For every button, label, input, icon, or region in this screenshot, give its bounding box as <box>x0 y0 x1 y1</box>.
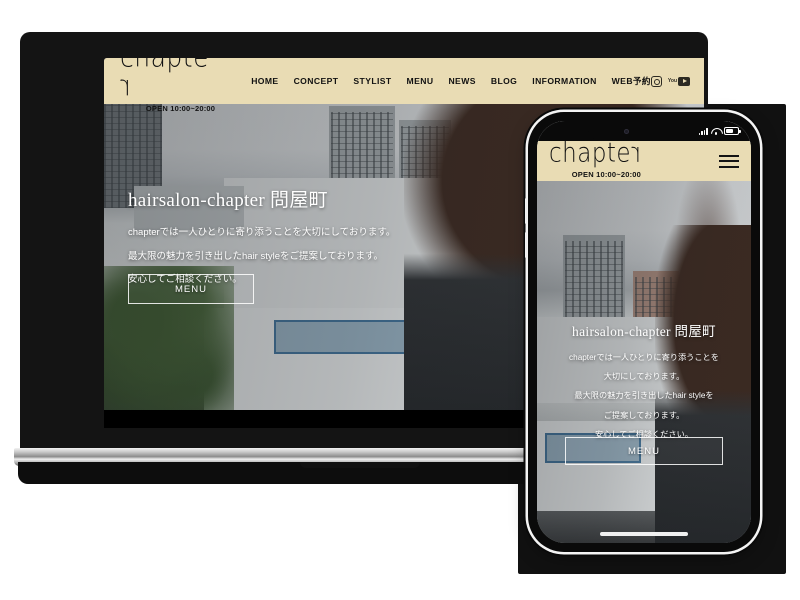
brand-logo: chapter <box>120 58 208 103</box>
hero-menu-button[interactable]: MENU <box>128 274 254 304</box>
phone-device: chapter OPEN 10:00~20:00 hairsalon-chapt… <box>524 112 760 552</box>
front-camera-icon <box>624 129 629 134</box>
brand-block[interactable]: chapter OPEN 10:00~20:00 <box>120 58 215 112</box>
hamburger-bar <box>719 160 739 162</box>
nav-item-stylist[interactable]: STYLIST <box>353 76 391 86</box>
hero-description: chapterでは一人ひとりに寄り添うことを 大切にしております。 最大限の魅力… <box>537 343 751 439</box>
phone-screen: chapter OPEN 10:00~20:00 hairsalon-chapt… <box>537 121 751 543</box>
youtube-icon[interactable]: You <box>667 76 690 86</box>
hero-line-1: chapterでは一人ひとりに寄り添うことを <box>569 353 719 362</box>
hero-line-1: chapterでは一人ひとりに寄り添うことを大切にしております。 <box>128 227 396 238</box>
nav-item-news[interactable]: NEWS <box>448 76 475 86</box>
hero-menu-button[interactable]: MENU <box>565 437 723 465</box>
hero-title-block: hairsalon-chapter 問屋町 <box>128 185 328 212</box>
hamburger-icon[interactable] <box>719 154 739 168</box>
phone-notch <box>588 121 700 141</box>
hero-line-3: 最大限の魅力を引き出したhair styleを <box>574 391 714 401</box>
hero-line-2: 大切にしております。 <box>603 372 685 382</box>
hero-title-block: hairsalon-chapter 問屋町 <box>537 320 751 340</box>
site-header: chapter OPEN 10:00~20:00 HOME CONCEPT ST… <box>104 58 704 112</box>
nav-item-home[interactable]: HOME <box>251 76 278 86</box>
mockup-canvas: chapter OPEN 10:00~20:00 HOME CONCEPT ST… <box>0 0 800 600</box>
main-navigation: HOME CONCEPT STYLIST MENU NEWS BLOG INFO… <box>251 75 651 87</box>
mobile-site-header: chapter OPEN 10:00~20:00 <box>537 138 751 181</box>
phone-volume-down-button[interactable] <box>524 232 527 258</box>
brand-block[interactable]: chapter OPEN 10:00~20:00 <box>549 138 642 179</box>
hamburger-bar <box>719 154 739 157</box>
hero-title: hairsalon-chapter 問屋町 <box>128 190 328 211</box>
hero-line-2: 最大限の魅力を引き出したhair styleをご提案しております。 <box>128 250 383 262</box>
wifi-icon <box>711 127 721 135</box>
nav-item-information[interactable]: INFORMATION <box>532 76 596 86</box>
brand-hours: OPEN 10:00~20:00 <box>571 169 642 179</box>
hero-line-4: ご提案しております。 <box>603 410 685 420</box>
social-links: You <box>650 75 690 87</box>
laptop-front-notch <box>300 462 420 468</box>
hero-title: hairsalon-chapter 問屋町 <box>572 324 716 339</box>
home-indicator[interactable] <box>600 532 688 536</box>
nav-item-concept[interactable]: CONCEPT <box>294 76 339 86</box>
hamburger-bar <box>719 165 739 168</box>
brand-hours: OPEN 10:00~20:00 <box>145 103 216 113</box>
instagram-icon[interactable] <box>650 75 662 87</box>
phone-volume-up-button[interactable] <box>524 198 527 224</box>
nav-item-web-booking[interactable]: WEB予約 <box>612 75 651 87</box>
battery-icon <box>724 127 741 135</box>
brand-logo: chapter <box>549 138 642 168</box>
signal-icon <box>698 127 708 135</box>
youtube-label: You <box>667 78 677 84</box>
nav-item-menu[interactable]: MENU <box>407 76 434 86</box>
nav-item-blog[interactable]: BLOG <box>491 76 517 86</box>
youtube-play-glyph <box>678 76 690 86</box>
